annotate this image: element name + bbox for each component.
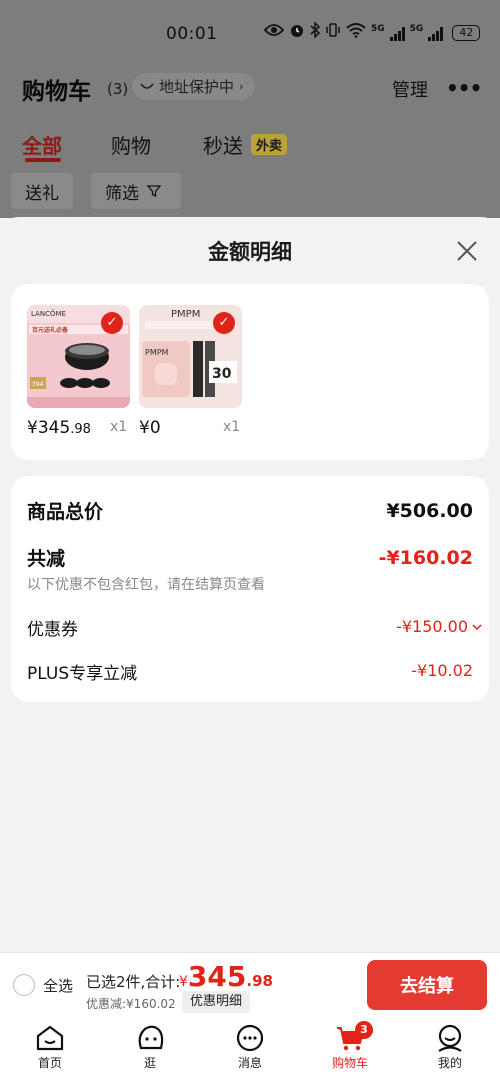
signal-icon (389, 26, 405, 41)
battery-icon: 42 (452, 25, 481, 41)
discount-detail-button[interactable]: 优惠明细 (182, 991, 251, 1013)
chevron-right-icon: › (239, 80, 244, 93)
browse-icon (138, 1025, 164, 1050)
checked-icon-2: ✓ (213, 312, 235, 334)
nav-item-browse[interactable]: 逛 (115, 1020, 185, 1071)
nav-item-home[interactable]: 首页 (15, 1020, 85, 1071)
product-qty: x1 (110, 419, 128, 435)
pmpm-brand-text: PMPM (171, 309, 200, 320)
product-price: ¥345.98 (27, 418, 91, 438)
tab-indicator (25, 158, 61, 162)
status-time: 00:01 (166, 24, 218, 44)
coupon-value: -¥150.00 (396, 617, 468, 636)
discount-summary: 优惠减:¥160.02 (86, 997, 176, 1011)
tab-all[interactable]: 全部 (22, 130, 62, 159)
checkout-button[interactable]: 去结算 (367, 960, 487, 1010)
selected-summary: 已选2件,合计: (86, 973, 181, 991)
chevron-down-icon (472, 623, 482, 630)
funnel-icon (147, 185, 161, 198)
product-qty-2: x1 (223, 419, 241, 435)
alarm-icon (289, 22, 305, 44)
total-price-label: 商品总价 (27, 501, 104, 523)
total-dec: .98 (246, 972, 273, 990)
total-reduce-label: 共减 (27, 548, 66, 570)
gift-filter-chip[interactable]: 送礼 (11, 173, 73, 209)
profile-icon (438, 1024, 462, 1052)
address-label: 地址保护中 (159, 78, 235, 96)
signal-icon-2 (428, 26, 444, 41)
nav-label-message: 消息 (237, 1056, 262, 1070)
checked-icon: ✓ (101, 312, 123, 334)
select-all-label[interactable]: 全选 (43, 975, 73, 996)
price-int: ¥345 (27, 418, 71, 438)
eye-icon (263, 23, 285, 43)
takeout-badge: 外卖 (251, 134, 288, 155)
product-price-2: ¥0 (139, 418, 161, 438)
bluetooth-icon (310, 21, 321, 44)
price-dec: .98 (70, 422, 91, 437)
total-currency: ¥ (179, 974, 188, 990)
coupon-label: 优惠券 (27, 620, 78, 640)
reduce-note: 以下优惠不包含红包，请在结算页查看 (27, 577, 265, 593)
more-button[interactable]: ••• (446, 76, 482, 100)
page-title: 购物车 (22, 79, 91, 105)
coupon-row-value[interactable]: -¥150.00 (396, 617, 482, 636)
wifi-icon (346, 22, 366, 44)
network-5g-label: 5G (371, 24, 385, 34)
nav-item-profile[interactable]: 我的 (415, 1020, 485, 1071)
message-icon (236, 1024, 264, 1052)
lancome-promo-text: 百元送礼必备 (32, 326, 69, 334)
gift-filter-label: 送礼 (25, 183, 59, 204)
plus-value: -¥10.02 (411, 661, 473, 680)
lancome-brand-text: LANCÔME (31, 309, 66, 318)
lancome-price-tag: 394 (32, 381, 44, 388)
cart-badge: 3 (355, 1021, 373, 1039)
price-int-2: ¥0 (139, 418, 161, 438)
total-reduce-value: -¥160.02 (378, 547, 473, 569)
sheet-title: 金额明细 (208, 240, 292, 264)
total-amount: ¥345.98 (179, 960, 273, 993)
tab-express[interactable]: 秒送 (203, 130, 243, 159)
filter-label: 筛选 (105, 183, 139, 204)
total-price-value: ¥506.00 (386, 500, 473, 522)
home-icon (36, 1025, 64, 1051)
filter-chip[interactable]: 筛选 (91, 173, 181, 209)
manage-button[interactable]: 管理 (392, 76, 428, 102)
total-int: 345 (187, 960, 247, 993)
nav-label-profile: 我的 (437, 1056, 462, 1070)
nav-label-browse: 逛 (143, 1056, 156, 1070)
cart-count: (3) (107, 80, 129, 98)
nav-label-cart: 购物车 (331, 1056, 368, 1070)
pmpm-count-text: 30 (212, 366, 232, 382)
tab-shopping[interactable]: 购物 (111, 130, 151, 159)
network-5g-label-2: 5G (409, 24, 424, 34)
plus-label: PLUS专享立减 (27, 664, 138, 684)
smile-icon (140, 82, 154, 89)
nav-label-home: 首页 (37, 1056, 62, 1070)
vibrate-icon (325, 22, 341, 44)
address-protection-chip[interactable]: 地址保护中 › (132, 73, 256, 100)
status-icons: 5G 5G 42 (263, 21, 481, 44)
select-all-radio[interactable] (13, 974, 35, 996)
pmpm-box-text: PMPM (145, 348, 169, 357)
close-icon[interactable] (452, 236, 482, 266)
nav-item-message[interactable]: 消息 (215, 1020, 285, 1071)
nav-item-cart[interactable]: 购物车 (315, 1020, 385, 1071)
